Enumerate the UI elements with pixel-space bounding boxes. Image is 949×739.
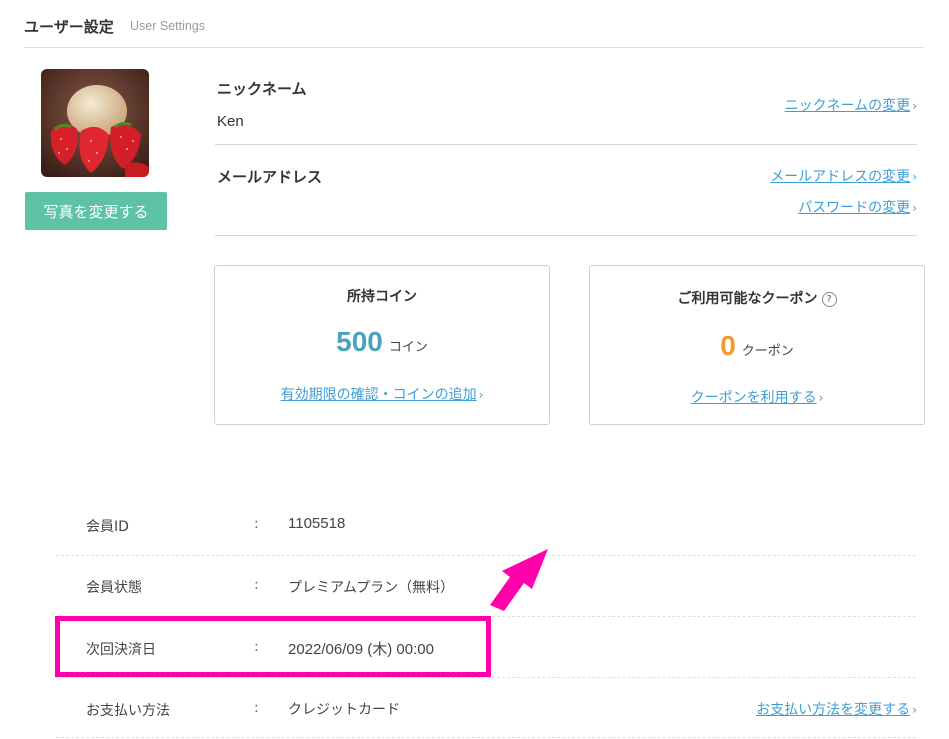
chevron-right-icon: ›: [478, 388, 484, 402]
change-photo-button[interactable]: 写真を変更する: [25, 192, 167, 230]
coin-card: 所持コイン 500 コイン 有効期限の確認・コインの追加 ›: [214, 265, 550, 425]
coin-manage-link[interactable]: 有効期限の確認・コインの追加 ›: [215, 384, 549, 404]
member-id-label: 会員ID: [86, 519, 129, 535]
coupon-card: ご利用可能なクーポン? 0 クーポン クーポンを利用する ›: [589, 265, 925, 425]
divider: [215, 144, 917, 145]
use-coupon-link[interactable]: クーポンを利用する ›: [590, 387, 924, 407]
question-circle-icon[interactable]: ?: [821, 292, 837, 307]
change-email-link-text[interactable]: メールアドレスの変更: [770, 169, 910, 185]
nickname-label: ニックネーム: [217, 80, 307, 98]
change-password-link[interactable]: パスワードの変更 ›: [798, 197, 917, 217]
coupon-card-title-text: ご利用可能なクーポン: [677, 291, 818, 307]
coupon-unit: クーポン: [741, 344, 794, 359]
coupon-count: 0: [720, 330, 736, 361]
chevron-right-icon: ›: [912, 170, 917, 184]
chevron-right-icon: ›: [818, 391, 824, 405]
change-email-link[interactable]: メールアドレスの変更 ›: [770, 166, 917, 186]
chevron-right-icon: ›: [912, 99, 917, 113]
coin-count: 500: [336, 326, 383, 357]
coin-manage-link-text[interactable]: 有効期限の確認・コインの追加: [281, 387, 477, 403]
avatar: [41, 69, 149, 177]
coin-amount: 500 コイン: [215, 326, 549, 358]
payment-method-value: クレジットカード: [288, 702, 400, 718]
change-payment-link-text[interactable]: お支払い方法を変更する: [756, 702, 910, 718]
change-payment-link[interactable]: お支払い方法を変更する ›: [756, 699, 917, 719]
member-id-value: 1105518: [288, 515, 346, 532]
colon: :: [254, 516, 259, 532]
colon: :: [254, 700, 259, 716]
change-nickname-link-text[interactable]: ニックネームの変更: [785, 98, 911, 114]
colon: :: [254, 577, 259, 593]
coupon-amount: 0 クーポン: [590, 330, 924, 362]
arrow-icon: [490, 549, 548, 611]
email-label: メールアドレス: [217, 168, 323, 186]
page-title: ユーザー設定: [24, 18, 114, 36]
chevron-right-icon: ›: [912, 201, 917, 215]
row-divider: [56, 737, 916, 738]
chevron-right-icon: ›: [912, 703, 917, 717]
payment-method-label: お支払い方法: [86, 703, 170, 719]
change-password-link-text[interactable]: パスワードの変更: [798, 200, 910, 216]
member-status-value: プレミアムプラン（無料）: [288, 580, 455, 596]
header-divider: [24, 47, 924, 48]
nickname-value: Ken: [217, 113, 244, 130]
page-subtitle: User Settings: [130, 19, 206, 33]
change-nickname-link[interactable]: ニックネームの変更 ›: [785, 95, 917, 115]
coin-unit: コイン: [388, 340, 428, 355]
coin-card-title: 所持コイン: [347, 289, 417, 305]
row-divider: [56, 677, 916, 678]
highlight-box: [55, 616, 491, 677]
use-coupon-link-text[interactable]: クーポンを利用する: [691, 390, 817, 406]
coupon-card-title: ご利用可能なクーポン?: [590, 288, 924, 308]
member-status-label: 会員状態: [86, 580, 142, 596]
divider: [215, 235, 917, 236]
